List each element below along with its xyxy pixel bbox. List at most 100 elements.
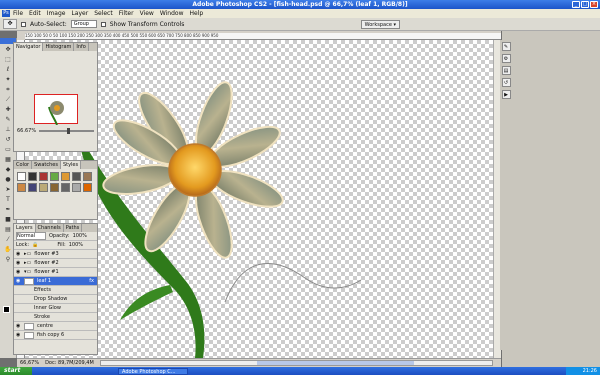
tab-styles[interactable]: Styles: [60, 161, 82, 169]
foreground-color[interactable]: [3, 306, 10, 313]
visibility-eye-icon[interactable]: ◉: [16, 260, 21, 266]
layer-name: centre: [37, 323, 53, 329]
layer-row[interactable]: ◉ ▸▭ flower #3: [14, 250, 97, 259]
layers-panel: Layers Channels Paths Normal Opacity: 10…: [13, 223, 98, 355]
navigator-zoom: 66.67%: [14, 127, 97, 135]
zoom-readout[interactable]: 66,67%: [20, 360, 39, 366]
style-swatch[interactable]: [39, 172, 48, 181]
menu-bar: Ps File Edit Image Layer Select Filter V…: [0, 9, 600, 18]
top-ruler: 150 100 50 0 50 100 150 200 250 300 350 …: [25, 33, 501, 40]
auto-select-label: Auto-Select:: [30, 20, 67, 28]
tab-swatches[interactable]: Swatches: [32, 161, 61, 169]
tab-layers[interactable]: Layers: [14, 224, 36, 232]
styles-panel: Color Swatches Styles: [13, 160, 98, 220]
status-bar: 66,67% Doc: 89,7M/209,4M: [17, 358, 501, 367]
taskbar: start Adobe Photoshop C... 21:26: [0, 367, 600, 375]
layer-row[interactable]: ◉ centre: [14, 322, 97, 331]
layer-comps-icon[interactable]: ▤: [501, 66, 511, 75]
lock-icon[interactable]: 🔒: [32, 242, 38, 248]
move-tool-preset-icon[interactable]: ✥: [3, 19, 17, 29]
effects-header[interactable]: Effects: [14, 286, 97, 295]
options-bar: ✥ Auto-Select: Group Show Transform Cont…: [0, 18, 600, 31]
style-swatch[interactable]: [61, 183, 70, 192]
style-swatch[interactable]: [28, 183, 37, 192]
layer-row[interactable]: ◉ fish copy 6: [14, 331, 97, 340]
navigator-preview[interactable]: [33, 94, 78, 126]
style-swatch[interactable]: [17, 172, 26, 181]
style-swatch[interactable]: [17, 183, 26, 192]
visibility-eye-icon[interactable]: ◉: [16, 332, 21, 338]
layer-row-selected[interactable]: ◉ leaf 1 fx: [14, 277, 97, 286]
visibility-eye-icon[interactable]: ◉: [16, 269, 21, 275]
blend-mode-select[interactable]: Normal: [16, 232, 46, 240]
workspace-button[interactable]: Workspace ▾: [360, 19, 400, 29]
layer-name: flower #2: [34, 260, 59, 266]
effect-inner-glow[interactable]: Inner Glow: [14, 304, 97, 313]
horizontal-scrollbar[interactable]: [99, 360, 493, 366]
app-icon[interactable]: Ps: [2, 10, 10, 17]
opacity-value[interactable]: 100%: [73, 233, 87, 239]
tool-presets-icon[interactable]: ⚙: [501, 54, 511, 63]
folder-icon: ▸▭: [24, 260, 32, 266]
menu-view[interactable]: View: [140, 10, 154, 17]
navigator-zoom-value[interactable]: 66.67%: [17, 128, 36, 134]
style-swatch[interactable]: [83, 172, 92, 181]
layer-thumbnail: [24, 277, 34, 285]
close-button[interactable]: ×: [590, 1, 598, 8]
auto-select-dropdown[interactable]: Group: [70, 20, 97, 28]
start-button[interactable]: start: [0, 367, 32, 375]
menu-filter[interactable]: Filter: [119, 10, 134, 17]
style-swatch[interactable]: [28, 172, 37, 181]
menu-window[interactable]: Window: [160, 10, 184, 17]
tab-color[interactable]: Color: [14, 161, 33, 169]
palette-well: ✎ ⚙ ▤ ↺ ▶: [500, 40, 512, 350]
layer-name: flower #3: [34, 251, 59, 257]
auto-select-checkbox[interactable]: [21, 21, 26, 27]
tab-navigator[interactable]: Navigator: [14, 43, 44, 51]
effect-stroke[interactable]: Stroke: [14, 313, 97, 322]
layer-name: fish copy 6: [37, 332, 65, 338]
navigator-panel: Navigator Histogram Info 66.67%: [13, 42, 98, 152]
layer-name: flower #1: [34, 269, 59, 275]
fx-icon[interactable]: fx: [89, 278, 94, 284]
style-swatch[interactable]: [39, 183, 48, 192]
blend-row: Normal Opacity: 100%: [14, 232, 97, 241]
menu-select[interactable]: Select: [94, 10, 113, 17]
visibility-eye-icon[interactable]: ◉: [16, 323, 21, 329]
layer-thumbnail: [24, 322, 34, 330]
brushes-icon[interactable]: ✎: [501, 42, 511, 51]
effect-drop-shadow[interactable]: Drop Shadow: [14, 295, 97, 304]
style-swatch[interactable]: [83, 183, 92, 192]
tab-histogram[interactable]: Histogram: [43, 43, 75, 51]
fill-label: Fill:: [57, 242, 66, 248]
style-swatch[interactable]: [61, 172, 70, 181]
folder-icon: ▸▭: [24, 251, 32, 257]
styles-grid: [14, 169, 97, 195]
style-swatch[interactable]: [50, 172, 59, 181]
style-swatch[interactable]: [50, 183, 59, 192]
maximize-button[interactable]: □: [581, 1, 589, 8]
history-icon[interactable]: ↺: [501, 78, 511, 87]
tab-channels[interactable]: Channels: [36, 224, 64, 232]
actions-icon[interactable]: ▶: [501, 90, 511, 99]
opacity-label: Opacity:: [49, 233, 70, 239]
style-swatch[interactable]: [72, 183, 81, 192]
menu-image[interactable]: Image: [47, 10, 66, 17]
visibility-eye-icon[interactable]: ◉: [16, 278, 21, 284]
layer-row[interactable]: ◉ ▾▭ flower #1: [14, 268, 97, 277]
menu-layer[interactable]: Layer: [71, 10, 88, 17]
taskbar-photoshop[interactable]: Adobe Photoshop C...: [118, 367, 188, 375]
fill-value[interactable]: 100%: [69, 242, 83, 248]
tab-info[interactable]: Info: [74, 43, 89, 51]
minimize-button[interactable]: _: [572, 1, 580, 8]
lock-row: Lock: 🔒 Fill: 100%: [14, 241, 97, 250]
transform-controls-checkbox[interactable]: [100, 21, 106, 27]
menu-help[interactable]: Help: [190, 10, 204, 17]
menu-edit[interactable]: Edit: [29, 10, 41, 17]
visibility-eye-icon[interactable]: ◉: [16, 251, 21, 257]
zoom-slider[interactable]: [39, 128, 94, 134]
style-swatch[interactable]: [72, 172, 81, 181]
menu-file[interactable]: File: [13, 10, 23, 17]
tab-paths[interactable]: Paths: [64, 224, 83, 232]
layer-row[interactable]: ◉ ▸▭ flower #2: [14, 259, 97, 268]
